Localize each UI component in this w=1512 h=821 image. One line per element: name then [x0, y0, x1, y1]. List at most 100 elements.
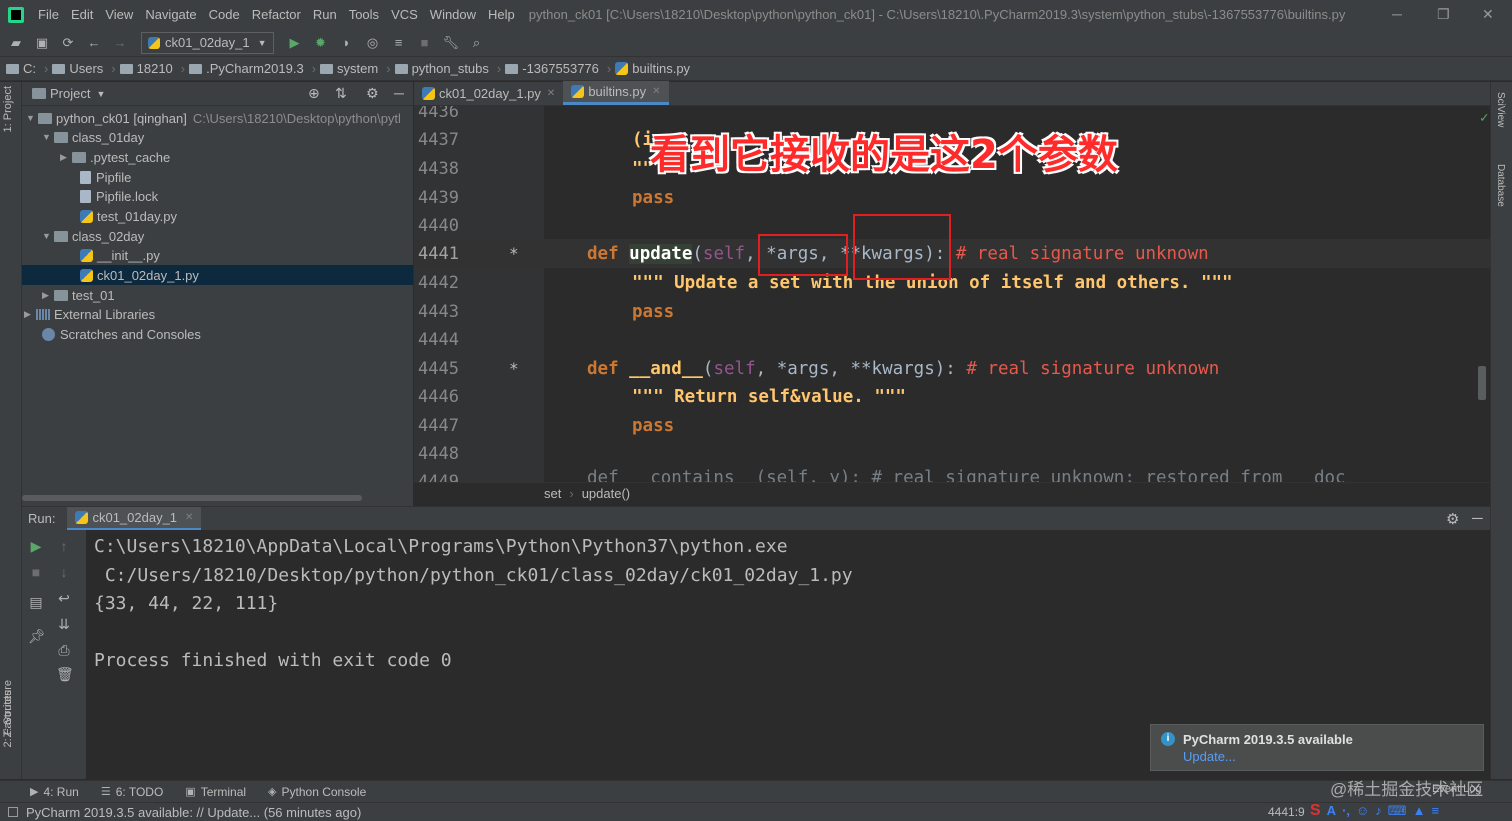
tab-python-console[interactable]: ◈ Python Console	[268, 785, 366, 799]
rerun-icon[interactable]: ▶	[28, 538, 44, 554]
concurrency-icon[interactable]: ≡	[391, 35, 407, 51]
ime-voice-icon[interactable]: ♪	[1375, 803, 1382, 818]
print-icon[interactable]: ⎙	[56, 642, 72, 658]
caret-position[interactable]: 4441:9	[1268, 805, 1305, 819]
hide-panel-icon[interactable]: ─	[1472, 510, 1483, 527]
breadcrumb-item[interactable]: Users	[52, 61, 103, 76]
collapse-all-icon[interactable]: ⇅	[335, 85, 347, 102]
minimize-icon[interactable]: ─	[1392, 6, 1402, 22]
tree-item[interactable]: Scratches and Consoles	[42, 324, 201, 344]
menu-navigate[interactable]: Navigate	[139, 7, 202, 22]
sync-icon[interactable]: ⟳	[60, 35, 76, 51]
trash-icon[interactable]: 🗑︎	[56, 666, 74, 682]
forward-icon[interactable]: →	[112, 35, 128, 51]
status-toggle-icon[interactable]	[8, 807, 18, 817]
pin-icon[interactable]: 📌︎	[28, 628, 46, 644]
breadcrumb-item[interactable]: python_stubs	[394, 61, 489, 76]
menu-code[interactable]: Code	[203, 7, 246, 22]
up-arrow-icon[interactable]: ↑	[56, 538, 72, 554]
search-icon[interactable]: ⌕	[469, 35, 485, 51]
project-tool-tab[interactable]: 1: Project	[2, 86, 14, 132]
tree-item[interactable]: ▼ class_02day	[42, 226, 144, 246]
profile-icon[interactable]: ◎	[365, 35, 381, 51]
save-all-icon[interactable]: ▣	[34, 35, 50, 51]
ime-more-icon[interactable]: ≡	[1431, 803, 1439, 818]
breadcrumb-method[interactable]: update()	[582, 486, 630, 501]
layout-icon[interactable]: ▤	[28, 594, 44, 610]
tab-run[interactable]: ▶ 4: Run	[30, 785, 79, 799]
sogou-ime-icon[interactable]: S	[1310, 802, 1321, 820]
debug-icon[interactable]: ✹	[313, 35, 329, 51]
override-marker-icon[interactable]: *	[509, 244, 519, 263]
back-icon[interactable]: ←	[86, 35, 102, 51]
restore-icon[interactable]: ❐	[1437, 6, 1450, 23]
tree-item-selected[interactable]: ck01_02day_1.py	[22, 265, 413, 285]
breadcrumb-item[interactable]: system	[320, 61, 378, 76]
tree-item[interactable]: ▼ python_ck01 [qinghan] C:\Users\18210\D…	[26, 108, 401, 128]
stop-icon[interactable]: ■	[417, 35, 433, 51]
gear-icon[interactable]: ⚙	[1446, 510, 1459, 528]
ime-emoji-icon[interactable]: ☺	[1356, 803, 1369, 818]
breadcrumb-item[interactable]: builtins.py	[615, 61, 690, 76]
event-log-button[interactable]: Event Log	[1432, 783, 1482, 795]
menu-file[interactable]: File	[32, 7, 65, 22]
horizontal-scrollbar[interactable]	[22, 495, 362, 501]
tab-todo[interactable]: ☰ 6: TODO	[101, 785, 163, 799]
tree-item[interactable]: __init__.py	[80, 245, 160, 265]
tree-item[interactable]: ▶ External Libraries	[24, 304, 155, 324]
breadcrumb-item[interactable]: C:	[6, 61, 36, 76]
sciview-tool-tab[interactable]: SciView	[1495, 92, 1506, 127]
tree-item[interactable]: Pipfile	[80, 167, 131, 187]
update-link[interactable]: Update...	[1183, 749, 1236, 764]
ime-mode-icon[interactable]: A	[1327, 803, 1336, 818]
locate-icon[interactable]: ⊕	[308, 85, 320, 102]
run-icon[interactable]: ▶	[287, 35, 303, 51]
database-tool-tab[interactable]: Database	[1495, 164, 1506, 207]
close-tab-icon[interactable]: ✕	[185, 512, 193, 523]
ime-skin-icon[interactable]: ▲	[1413, 803, 1426, 818]
tree-item[interactable]: ▶ test_01	[42, 285, 115, 305]
down-arrow-icon[interactable]: ↓	[56, 564, 72, 580]
tab-ck01-02day-1[interactable]: ck01_02day_1.py ✕	[414, 81, 563, 105]
hide-panel-icon[interactable]: ─	[394, 85, 404, 101]
menu-help[interactable]: Help	[482, 7, 521, 22]
run-tab[interactable]: ck01_02day_1 ✕	[67, 506, 202, 531]
soft-wrap-icon[interactable]: ↩	[56, 590, 72, 606]
open-folder-icon[interactable]: ▰	[8, 35, 24, 51]
close-window-icon[interactable]: ✕	[1482, 6, 1494, 23]
folder-icon	[6, 63, 19, 74]
settings-wrench-icon[interactable]: 🔧︎	[443, 35, 460, 51]
ime-keyboard-icon[interactable]: ⌨	[1388, 803, 1407, 819]
menu-vcs[interactable]: VCS	[385, 7, 424, 22]
tree-item[interactable]: Pipfile.lock	[80, 186, 158, 206]
tree-item[interactable]: ▶ .pytest_cache	[60, 147, 170, 167]
scroll-to-end-icon[interactable]: ⇊	[56, 616, 72, 632]
menu-edit[interactable]: Edit	[65, 7, 99, 22]
project-view-select[interactable]: Project	[50, 86, 90, 101]
breadcrumb-item[interactable]: -1367553776	[505, 61, 599, 76]
breadcrumb-class[interactable]: set	[544, 486, 561, 501]
menu-tools[interactable]: Tools	[343, 7, 385, 22]
breadcrumb-item[interactable]: 18210	[119, 61, 173, 76]
override-marker-icon[interactable]: *	[509, 359, 519, 378]
close-tab-icon[interactable]: ✕	[547, 88, 555, 99]
tab-builtins[interactable]: builtins.py ✕	[563, 81, 669, 105]
ime-punct-icon[interactable]: ·,	[1342, 803, 1350, 818]
menu-run[interactable]: Run	[307, 7, 343, 22]
tree-item[interactable]: test_01day.py	[80, 206, 177, 226]
status-message[interactable]: PyCharm 2019.3.5 available: // Update...…	[26, 805, 361, 820]
run-configuration-select[interactable]: ck01_02day_1 ▼	[141, 31, 274, 54]
menu-view[interactable]: View	[99, 7, 139, 22]
favorites-tool-tab[interactable]: 2: Favorites	[2, 690, 14, 747]
gear-icon[interactable]: ⚙	[366, 85, 379, 102]
menu-refactor[interactable]: Refactor	[246, 7, 307, 22]
coverage-icon[interactable]: ◗	[339, 35, 355, 51]
vertical-scrollbar[interactable]	[1478, 366, 1486, 400]
tree-item[interactable]: ▼ class_01day	[42, 127, 144, 147]
chevron-down-icon[interactable]: ▼	[96, 89, 105, 99]
tab-terminal[interactable]: ▣ Terminal	[185, 785, 246, 799]
menu-window[interactable]: Window	[424, 7, 482, 22]
breadcrumb-item[interactable]: .PyCharm2019.3	[189, 61, 304, 76]
stop-icon[interactable]: ■	[28, 564, 44, 580]
close-tab-icon[interactable]: ✕	[652, 86, 660, 97]
